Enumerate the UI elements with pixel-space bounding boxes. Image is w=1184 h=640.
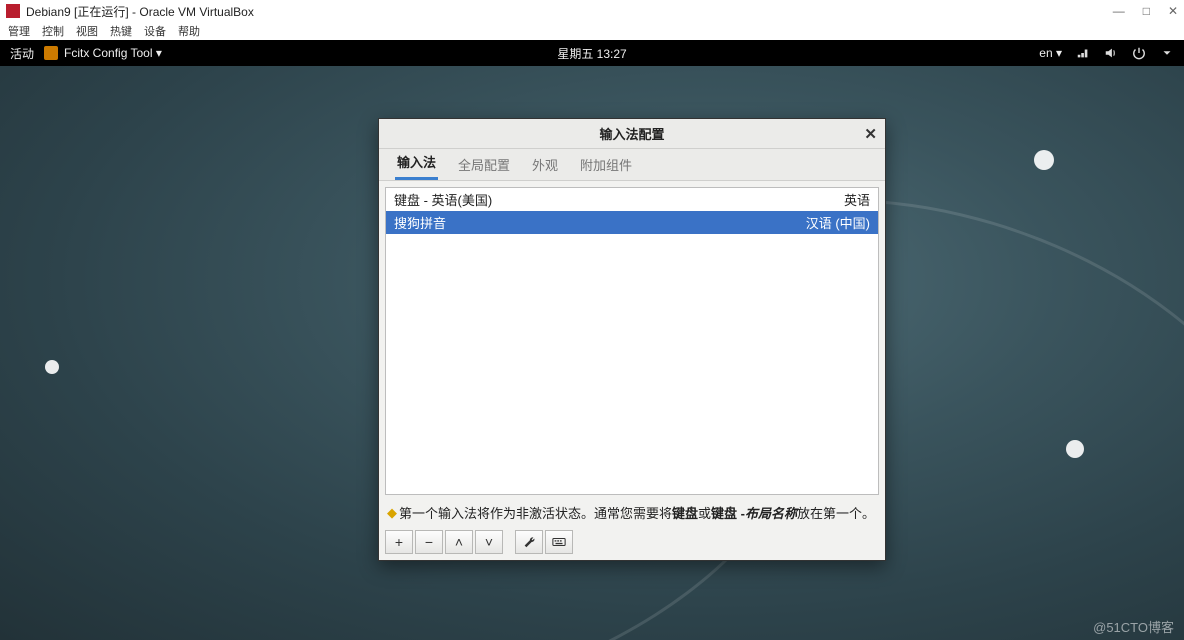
virtualbox-logo-icon <box>6 4 20 18</box>
language-indicator[interactable]: en ▾ <box>1039 46 1062 60</box>
remove-button[interactable]: − <box>415 530 443 554</box>
clock[interactable]: 星期五 13:27 <box>557 45 626 62</box>
keyboard-button[interactable] <box>545 530 573 554</box>
add-button[interactable]: + <box>385 530 413 554</box>
vbox-window-title: Debian9 [正在运行] - Oracle VM VirtualBox <box>26 3 254 20</box>
configure-button[interactable] <box>515 530 543 554</box>
im-lang: 汉语 (中国) <box>806 213 870 232</box>
im-name: 键盘 - 英语(美国) <box>394 190 492 209</box>
im-name: 搜狗拼音 <box>394 213 446 232</box>
tab-appearance[interactable]: 外观 <box>530 155 560 180</box>
dialog-title: 输入法配置 <box>599 124 664 143</box>
tab-global-config[interactable]: 全局配置 <box>456 155 512 180</box>
maximize-button[interactable]: □ <box>1143 4 1150 18</box>
tabs-bar: 输入法 全局配置 外观 附加组件 <box>379 149 885 181</box>
dialog-titlebar[interactable]: 输入法配置 ✕ <box>379 119 885 149</box>
wallpaper-dot <box>1034 150 1054 170</box>
close-button[interactable]: ✕ <box>1168 4 1178 18</box>
move-down-button[interactable]: ˅ <box>475 530 503 554</box>
tab-input-method[interactable]: 输入法 <box>395 152 438 180</box>
fcitx-icon <box>44 46 58 60</box>
hint-icon: ◆ <box>387 505 397 521</box>
wrench-icon <box>522 535 536 549</box>
hint-text: ◆ 第一个输入法将作为非激活状态。通常您需要将 键盘 或 键盘 - 布局名称 放… <box>385 501 879 524</box>
network-icon[interactable] <box>1076 46 1090 60</box>
fcitx-config-dialog: 输入法配置 ✕ 输入法 全局配置 外观 附加组件 键盘 - 英语(美国) 英语 … <box>378 118 886 561</box>
list-item[interactable]: 键盘 - 英语(美国) 英语 <box>386 188 878 211</box>
vbox-menubar: 管理 控制 视图 热键 设备 帮助 <box>0 22 1184 40</box>
im-lang: 英语 <box>844 190 870 209</box>
dialog-close-button[interactable]: ✕ <box>864 125 877 143</box>
menu-view[interactable]: 视图 <box>76 23 98 39</box>
guest-desktop: 活动 Fcitx Config Tool ▾ 星期五 13:27 en ▾ 输入… <box>0 40 1184 640</box>
move-up-button[interactable]: ˄ <box>445 530 473 554</box>
vbox-titlebar: Debian9 [正在运行] - Oracle VM VirtualBox — … <box>0 0 1184 22</box>
menu-devices[interactable]: 设备 <box>144 23 166 39</box>
watermark: @51CTO博客 <box>1093 617 1174 636</box>
activities-button[interactable]: 活动 <box>10 45 34 62</box>
input-method-list[interactable]: 键盘 - 英语(美国) 英语 搜狗拼音 汉语 (中国) <box>385 187 879 495</box>
dialog-toolbar: + − ˄ ˅ <box>385 530 879 554</box>
power-icon[interactable] <box>1132 46 1146 60</box>
wallpaper-dot <box>1066 440 1084 458</box>
menu-control[interactable]: 控制 <box>42 23 64 39</box>
wallpaper-dot <box>45 360 59 374</box>
keyboard-icon <box>552 535 566 549</box>
list-item[interactable]: 搜狗拼音 汉语 (中国) <box>386 211 878 234</box>
window-controls: — □ ✕ <box>1113 4 1178 18</box>
menu-manage[interactable]: 管理 <box>8 23 30 39</box>
menu-help[interactable]: 帮助 <box>178 23 200 39</box>
app-menu[interactable]: Fcitx Config Tool ▾ <box>64 46 162 60</box>
sound-icon[interactable] <box>1104 46 1118 60</box>
gnome-top-bar: 活动 Fcitx Config Tool ▾ 星期五 13:27 en ▾ <box>0 40 1184 66</box>
menu-caret-icon[interactable] <box>1160 46 1174 60</box>
menu-hotkeys[interactable]: 热键 <box>110 23 132 39</box>
tab-addon[interactable]: 附加组件 <box>578 155 634 180</box>
minimize-button[interactable]: — <box>1113 4 1125 18</box>
